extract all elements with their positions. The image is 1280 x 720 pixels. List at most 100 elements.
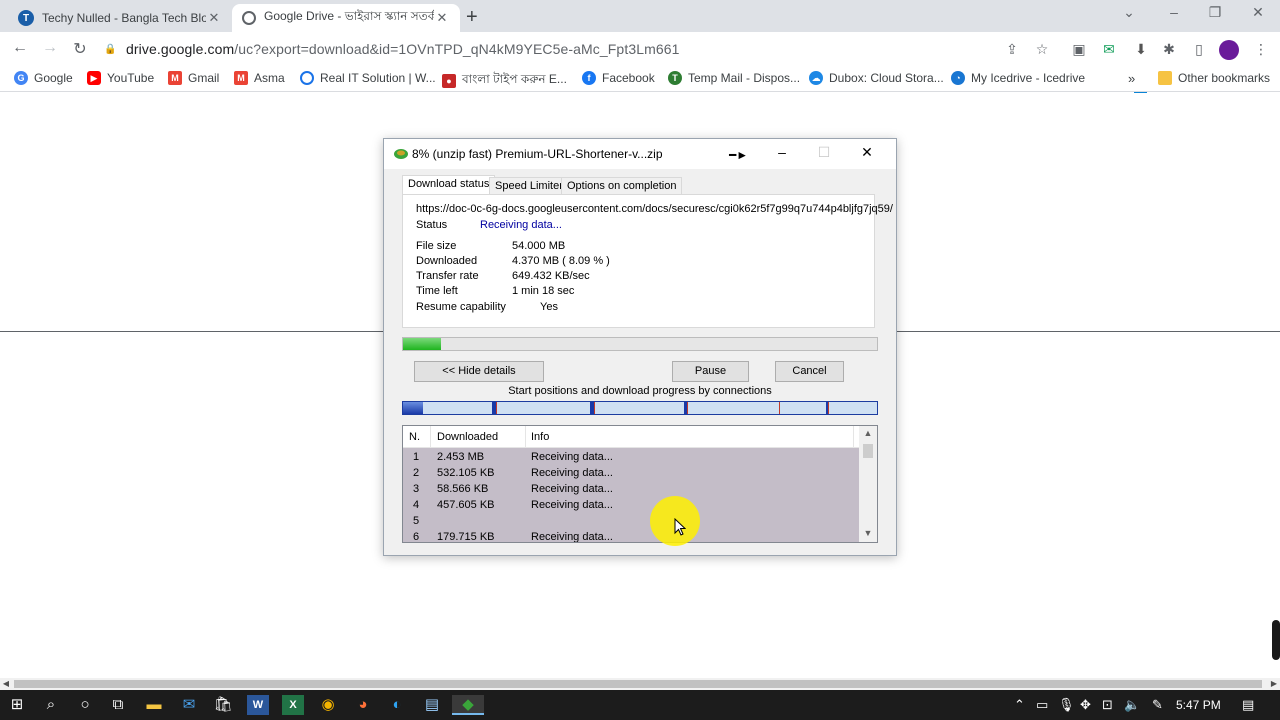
chrome-icon[interactable]: ◉ [317, 695, 339, 715]
connection-marker [828, 402, 829, 414]
edge-icon[interactable]: ◐ [386, 695, 408, 715]
cancel-button[interactable]: Cancel [775, 361, 844, 382]
tab-google-drive[interactable]: Google Drive - ভাইরাস স্ক্যান সতর্কতা ✕ [232, 4, 460, 32]
row-info: Receiving data... [531, 467, 613, 479]
reload-icon[interactable]: ↻ [70, 39, 90, 59]
side-panel-icon[interactable]: ▯ [1190, 41, 1208, 59]
network-icon[interactable]: ⊡ [1102, 697, 1113, 713]
other-bookmarks[interactable]: Other bookmarks [1158, 71, 1270, 85]
table-row[interactable]: 4 457.605 KB Receiving data... [403, 498, 859, 514]
word-icon[interactable]: W [247, 695, 269, 715]
bookmark-google[interactable]: G Google [14, 71, 73, 85]
mouse-pointer-icon [674, 518, 686, 536]
bookmark-real-it-solution[interactable]: Real IT Solution | W... [300, 71, 436, 85]
bookmark-label: My Icedrive - Icedrive [971, 71, 1086, 85]
excel-icon[interactable]: X [282, 695, 304, 715]
dialog-minimize-icon[interactable]: – [768, 144, 796, 160]
tab-close-icon[interactable]: ✕ [434, 10, 450, 26]
tab-close-icon[interactable]: ✕ [206, 10, 222, 26]
header-separator [525, 426, 526, 448]
download-url: https://doc-0c-6g-docs.googleusercontent… [416, 203, 893, 215]
dropbox-icon[interactable]: ✥ [1080, 697, 1091, 713]
header-downloaded[interactable]: Downloaded [437, 431, 498, 443]
firefox-icon[interactable]: ◕ [352, 695, 374, 715]
row-downloaded: 2.453 MB [437, 451, 485, 463]
scrollbar-thumb[interactable] [14, 680, 1262, 688]
scroll-up-icon[interactable]: ▲ [859, 428, 877, 438]
scroll-right-icon[interactable]: ▶ [1268, 678, 1280, 690]
list-scroll-thumb[interactable] [863, 444, 873, 458]
microphone-icon[interactable]: 🎙 [1058, 697, 1075, 713]
scroll-down-icon[interactable]: ▼ [859, 528, 877, 538]
vertical-scrollbar-thumb[interactable] [1272, 620, 1280, 660]
meet-now-icon[interactable]: ▭ [1036, 697, 1048, 713]
bookmark-temp-mail[interactable]: T Temp Mail - Dispos... [668, 71, 800, 85]
task-view-icon[interactable]: ⧉ [107, 695, 129, 715]
list-vertical-scrollbar[interactable]: ▲ ▼ [859, 426, 877, 542]
transfer-rate-label: Transfer rate [416, 270, 479, 282]
share-icon[interactable]: ⇪ [1003, 41, 1021, 59]
tab-search-icon[interactable]: ⌄ [1117, 4, 1141, 21]
idm-taskbar-icon[interactable]: ◆ [452, 695, 484, 715]
dialog-title-bar[interactable]: 8% (unzip fast) Premium-URL-Shortener-v.… [384, 139, 896, 169]
picture-in-picture-icon[interactable]: ▣ [1070, 41, 1088, 59]
store-icon[interactable]: 🛍 [212, 695, 234, 715]
bookmark-dubox[interactable]: ☁ Dubox: Cloud Stora... [809, 71, 944, 85]
header-n[interactable]: N. [409, 431, 420, 443]
bookmark-bangla-type[interactable]: ● বাংলা টাইপ করুন E... [442, 71, 567, 91]
back-icon[interactable]: ← [10, 39, 30, 59]
dialog-close-icon[interactable]: ✕ [853, 144, 881, 161]
cortana-icon[interactable]: ○ [74, 695, 96, 715]
row-n: 1 [413, 451, 420, 463]
volume-icon[interactable]: 🔈 [1124, 697, 1140, 713]
notepad-icon[interactable]: ▤ [421, 695, 443, 715]
mail-extension-icon[interactable]: ✉ [1100, 41, 1118, 59]
more-bookmarks-chevron[interactable]: » [1128, 71, 1135, 86]
bookmarks-bar: G Google ▶ YouTube M Gmail M Asma Real IT So… [0, 66, 1280, 92]
resume-capability-label: Resume capability [416, 301, 506, 313]
scroll-left-icon[interactable]: ◀ [0, 678, 12, 690]
table-row[interactable]: 2 532.105 KB Receiving data... [403, 466, 859, 482]
notifications-icon[interactable]: ▤ [1242, 697, 1254, 713]
table-row[interactable]: 3 58.566 KB Receiving data... [403, 482, 859, 498]
hide-details-button[interactable]: << Hide details [414, 361, 544, 382]
table-row[interactable]: 6 179.715 KB Receiving data... [403, 530, 859, 542]
pen-icon[interactable]: ✎ [1152, 697, 1163, 713]
tray-chevron-icon[interactable]: ⌃ [1014, 697, 1025, 713]
bookmark-gmail[interactable]: M Gmail [168, 71, 219, 85]
file-explorer-icon[interactable]: ▬ [143, 695, 165, 715]
extensions-puzzle-icon[interactable]: ✱ [1160, 41, 1178, 59]
pause-button[interactable]: Pause [672, 361, 749, 382]
table-row[interactable]: 5 [403, 514, 859, 530]
header-info[interactable]: Info [531, 431, 549, 443]
techy-nulled-favicon-icon: T [18, 10, 34, 26]
bookmark-icedrive[interactable]: ◔ My Icedrive - Icedrive [951, 71, 1085, 85]
bookmark-asma[interactable]: M Asma [234, 71, 285, 85]
bookmark-facebook[interactable]: f Facebook [582, 71, 655, 85]
tab-options-on-completion[interactable]: Options on completion [561, 177, 683, 195]
forward-icon[interactable]: → [40, 39, 60, 59]
search-icon[interactable]: ⌕ [40, 695, 62, 715]
bookmark-star-icon[interactable]: ☆ [1033, 41, 1051, 59]
tab-speed-limiter[interactable]: Speed Limiter [489, 177, 569, 195]
address-bar[interactable]: 🔒 drive.google.com/uc?export=download&id… [104, 36, 1062, 62]
connection-segment [403, 402, 423, 414]
table-row[interactable]: 1 2.453 MB Receiving data... [403, 450, 859, 466]
taskbar-clock[interactable]: 5:47 PM [1176, 698, 1221, 712]
profile-avatar[interactable] [1219, 40, 1239, 60]
bookmark-youtube[interactable]: ▶ YouTube [87, 71, 154, 85]
horizontal-scrollbar[interactable]: ◀ ▶ [0, 678, 1280, 690]
idm-extension-icon[interactable]: ⬇ [1132, 41, 1150, 59]
mail-icon[interactable]: ✉ [178, 695, 200, 715]
icedrive-icon: ◔ [951, 71, 965, 85]
tab-download-status[interactable]: Download status [402, 175, 496, 195]
new-tab-button[interactable]: + [466, 6, 478, 29]
minimize-icon[interactable]: – [1162, 4, 1186, 20]
row-n: 3 [413, 483, 420, 495]
menu-kebab-icon[interactable]: ⋮ [1252, 41, 1270, 59]
restore-icon[interactable]: ❐ [1203, 4, 1227, 21]
windows-start-icon[interactable]: ⊞ [6, 695, 28, 715]
tab-techy-nulled[interactable]: T Techy Nulled - Bangla Tech Blogger ✕ [8, 4, 232, 32]
header-separator [430, 426, 431, 448]
close-window-icon[interactable]: ✕ [1246, 4, 1270, 21]
